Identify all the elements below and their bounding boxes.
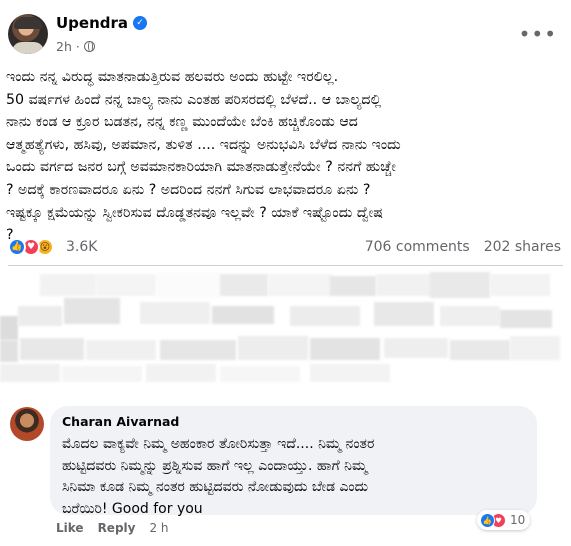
post-line: ಇಷ್ಟಕ್ಕೂ ಕ್ಷಮೆಯನ್ನು ಸ್ವೀಕರಿಸುವ ದೊಡ್ಡತನವೂ… <box>6 204 383 221</box>
verified-badge-icon: ✓ <box>133 16 148 30</box>
post-time[interactable]: 2h <box>56 39 72 54</box>
comment-reply-button[interactable]: Reply <box>98 521 136 535</box>
post-meta: 2h · <box>56 39 95 54</box>
like-reaction-icon: 👍 <box>480 512 495 528</box>
post-line: ಆತ್ಮಹತ್ಯೆಗಳು, ಹಸಿವು, ಅಪಮಾನ, ತುಳಿತ .... ಇ… <box>6 136 401 153</box>
comment-bubble: Charan Aivarnad ಮೊದಲ ವಾಕ್ಯವೇ ನಿಮ್ಮ ಅಹಂಕಾ… <box>50 406 537 517</box>
redacted-area <box>0 266 571 390</box>
like-reaction-icon: 👍 <box>8 238 26 256</box>
post-line: ? ಅದಕ್ಕೆ ಕಾರಣವಾದರೂ ಏನು ? ಅದರಿಂದ ನನಗೆ ಸಿಗ… <box>6 181 371 198</box>
comment-like-button[interactable]: Like <box>56 521 84 535</box>
post-line: 50 ವರ್ಷಗಳ ಹಿಂದೆ ನನ್ನ ಬಾಲ್ಯ ನಾನು ಎಂತಹ ಪರಿ… <box>6 91 382 108</box>
comment-line: ಬರೆಯಿರಿ! Good for you <box>62 500 203 517</box>
globe-icon <box>83 41 95 52</box>
author-avatar[interactable] <box>8 14 48 54</box>
avatar-shirt <box>12 42 44 54</box>
avatar-hat <box>14 17 42 29</box>
more-options-icon[interactable]: ••• <box>519 24 557 44</box>
post-line: ನಾನು ಕಂಡ ಆ ಕ್ರೂರ ಬಡತನ, ನನ್ನ ಕಣ್ಣ ಮುಂದೆಯೇ… <box>6 114 358 131</box>
commenter-avatar[interactable] <box>10 407 44 441</box>
comment-reaction-count: 10 <box>510 513 526 527</box>
post-line: ಇಂದು ನನ್ನ ವಿರುದ್ಧ ಮಾತನಾಡುತ್ತಿರುವ ಹಲವರು ಅ… <box>6 69 339 85</box>
comment-reactions[interactable]: 👍 ♥ 10 <box>477 510 531 530</box>
comment-actions: Like Reply 2 h <box>56 521 169 535</box>
comment-line: ಸಿನಿಮಾ ಕೂಡ ನಿಮ್ಮ ನಂತರ ಹುಟ್ಟಿದವರು ನೋಡುವುದ… <box>62 479 369 495</box>
post-line: ಒಂದು ವರ್ಗದ ಜನರ ಬಗ್ಗೆ ಅವಮಾನಕಾರಿಯಾಗಿ ಮಾತನಾ… <box>6 159 396 176</box>
comment-line: ಹುಟ್ಟಿದವರು ನಿಮ್ಮನ್ನು ಪ್ರಶ್ನಿಸುವ ಹಾಗೆ ಇಲ್… <box>62 457 368 474</box>
engagement-counts: 706 comments 202 shares <box>365 239 561 255</box>
reaction-icons[interactable]: 👍 ♥ 😮 <box>8 238 54 256</box>
author-row: Upendra ✓ <box>56 14 148 32</box>
shares-count[interactable]: 202 shares <box>484 239 561 255</box>
comment-time[interactable]: 2 h <box>149 521 168 535</box>
reaction-count[interactable]: 3.6K <box>66 239 97 255</box>
post-body: ಇಂದು ನನ್ನ ವಿರುದ್ಧ ಮಾತನಾಡುತ್ತಿರುವ ಹಲವರು ಅ… <box>6 66 565 247</box>
post-header: Upendra ✓ 2h · ••• <box>8 6 565 58</box>
comment-author[interactable]: Charan Aivarnad <box>62 414 525 429</box>
comment-line: ಮೊದಲ ವಾಕ್ಯವೇ ನಿಮ್ಮ ಅಹಂಕಾರ ತೋರಿಸುತ್ತಾ ಇದೆ… <box>62 436 375 452</box>
comment-body: ಮೊದಲ ವಾಕ್ಯವೇ ನಿಮ್ಮ ಅಹಂಕಾರ ತೋರಿಸುತ್ತಾ ಇದೆ… <box>62 434 525 520</box>
reactions-bar: 👍 ♥ 😮 3.6K 706 comments 202 shares <box>8 236 563 260</box>
author-name[interactable]: Upendra <box>56 14 128 32</box>
comments-count[interactable]: 706 comments <box>365 239 470 255</box>
